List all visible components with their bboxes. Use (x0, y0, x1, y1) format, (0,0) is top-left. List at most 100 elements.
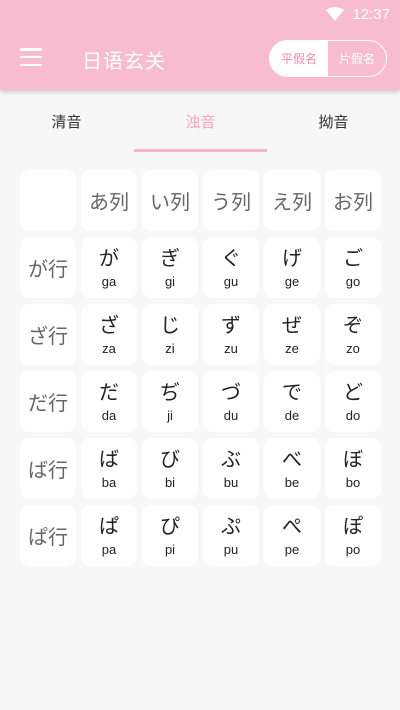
kana-character: ぢ (160, 380, 180, 404)
kana-cell[interactable]: ど do (325, 371, 381, 432)
kana-character: ざ (99, 313, 119, 337)
kana-character: が (99, 246, 119, 270)
column-header: え列 (264, 170, 320, 231)
romaji-label: ze (285, 341, 299, 356)
kana-character: ば (99, 447, 119, 471)
column-header: う列 (203, 170, 259, 231)
kana-character: ぐ (221, 246, 241, 270)
kana-cell[interactable]: ぺ pe (264, 505, 320, 566)
kana-character: ご (343, 246, 363, 270)
kana-character: ぼ (343, 447, 363, 471)
romaji-label: zi (165, 341, 175, 356)
kana-cell[interactable]: ぼ bo (325, 438, 381, 499)
kana-character: ぎ (160, 246, 180, 270)
column-header: お列 (325, 170, 381, 231)
row-header: ざ行 (20, 304, 76, 365)
romaji-label: zu (224, 341, 238, 356)
romaji-label: bo (345, 475, 361, 490)
column-header: あ列 (81, 170, 137, 231)
kana-cell[interactable]: づ du (203, 371, 259, 432)
kana-cell[interactable]: ぜ ze (264, 304, 320, 365)
kana-character: だ (99, 380, 119, 404)
row-header: が行 (20, 237, 76, 298)
romaji-label: da (101, 408, 117, 423)
row-header: ぱ行 (20, 505, 76, 566)
kana-cell[interactable]: ぎ gi (142, 237, 198, 298)
kana-character: で (282, 380, 302, 404)
kana-character: ぺ (282, 514, 302, 538)
row-header-label: ぱ行 (28, 525, 68, 549)
row-header-label: ざ行 (28, 324, 68, 348)
kana-character: ず (221, 313, 241, 337)
romaji-label: ba (101, 475, 117, 490)
kana-character: ぴ (160, 514, 180, 538)
romaji-label: du (223, 408, 239, 423)
kana-character: ぶ (221, 447, 241, 471)
kana-cell[interactable]: ぶ bu (203, 438, 259, 499)
romaji-label: bu (223, 475, 239, 490)
column-header: い列 (142, 170, 198, 231)
romaji-label: go (345, 274, 361, 289)
row-header: だ行 (20, 371, 76, 432)
romaji-label: gi (164, 274, 176, 289)
kana-cell[interactable]: じ zi (142, 304, 198, 365)
app-bar: 12:37 日语玄关 平假名 片假名 (0, 0, 400, 90)
kana-character: ぞ (343, 313, 363, 337)
kana-character: げ (282, 246, 302, 270)
romaji-label: ji (167, 408, 173, 423)
page-title: 日语玄关 (82, 49, 166, 73)
romaji-label: zo (346, 341, 360, 356)
kana-cell[interactable]: ぢ ji (142, 371, 198, 432)
kana-cell[interactable]: び bi (142, 438, 198, 499)
kana-character: び (160, 447, 180, 471)
grid-corner-cell (20, 170, 76, 231)
wifi-icon (326, 7, 345, 21)
kana-cell[interactable]: ぱ pa (81, 505, 137, 566)
romaji-label: de (284, 408, 300, 423)
kana-character: ど (343, 380, 363, 404)
romaji-label: gu (223, 274, 239, 289)
kana-character: じ (160, 313, 180, 337)
kana-cell[interactable]: だ da (81, 371, 137, 432)
kana-cell[interactable]: べ be (264, 438, 320, 499)
column-header-label: う列 (211, 190, 251, 214)
kana-cell[interactable]: ば ba (81, 438, 137, 499)
kana-character: ぽ (343, 514, 363, 538)
menu-icon[interactable] (20, 48, 42, 66)
kana-cell[interactable]: ご go (325, 237, 381, 298)
tab-indicator (134, 149, 267, 152)
toggle-hiragana[interactable]: 平假名 (270, 41, 328, 76)
kana-character: づ (221, 380, 241, 404)
kana-character: ぷ (221, 514, 241, 538)
kana-cell[interactable]: ぐ gu (203, 237, 259, 298)
kana-character: べ (282, 447, 302, 471)
kana-cell[interactable]: ぞ zo (325, 304, 381, 365)
romaji-label: do (345, 408, 361, 423)
tab-dakuon[interactable]: 浊音 (134, 90, 267, 152)
kana-cell[interactable]: げ ge (264, 237, 320, 298)
kana-cell[interactable]: ぴ pi (142, 505, 198, 566)
column-header-label: お列 (333, 190, 373, 214)
column-header-label: あ列 (89, 190, 129, 214)
tab-bar: 清音 浊音 拗音 (0, 90, 400, 152)
kana-cell[interactable]: で de (264, 371, 320, 432)
kana-character: ぜ (282, 313, 302, 337)
row-header-label: ば行 (28, 458, 68, 482)
kana-cell[interactable]: ぷ pu (203, 505, 259, 566)
romaji-label: po (345, 542, 361, 557)
tab-seion[interactable]: 清音 (0, 90, 133, 152)
romaji-label: pu (223, 542, 239, 557)
column-header-label: え列 (272, 190, 312, 214)
kana-cell[interactable]: ず zu (203, 304, 259, 365)
toggle-katakana[interactable]: 片假名 (328, 41, 386, 76)
romaji-label: ga (101, 274, 117, 289)
column-header-label: い列 (150, 190, 190, 214)
romaji-label: ge (284, 274, 300, 289)
tab-youon[interactable]: 拗音 (267, 90, 400, 152)
romaji-label: bi (164, 475, 176, 490)
kana-character: ぱ (99, 514, 119, 538)
kana-cell[interactable]: ざ za (81, 304, 137, 365)
kana-cell[interactable]: が ga (81, 237, 137, 298)
kana-cell[interactable]: ぽ po (325, 505, 381, 566)
romaji-label: be (284, 475, 300, 490)
